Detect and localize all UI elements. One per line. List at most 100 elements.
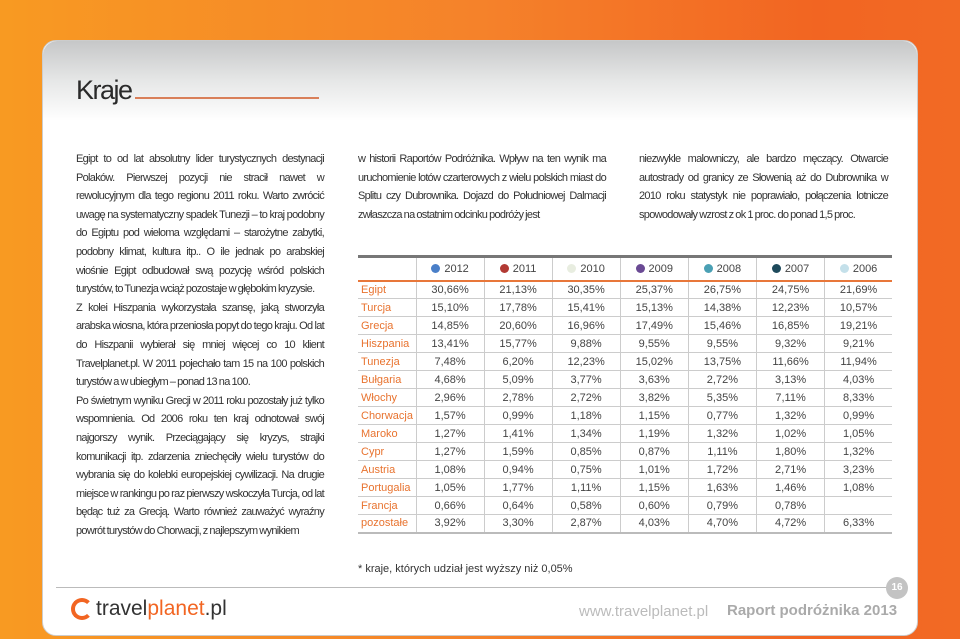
legend-dot-icon [567, 263, 577, 273]
legend-dot-icon [703, 263, 713, 273]
share-cell: 1,32% [687, 424, 757, 443]
country-cell: Egipt [358, 280, 416, 299]
year-label: 2007 [784, 262, 810, 275]
share-cell: 7,48% [415, 352, 485, 371]
share-cell: 1,05% [824, 424, 892, 443]
share-cell: 1,19% [619, 424, 689, 443]
share-cell: 15,77% [483, 334, 553, 353]
table-row: Portugalia 1,05% 1,77% 1,11% 1,15% 1,63% 1,46%… [358, 478, 892, 497]
country-cell: Maroko [358, 424, 416, 443]
country-cell: Bułgaria [358, 370, 416, 389]
page-number: 16 [886, 577, 908, 599]
year-header: 2007 [755, 256, 825, 281]
share-cell: 3,82% [619, 388, 689, 407]
website-link[interactable]: www.travelplanet.pl [579, 603, 708, 620]
year-label: 2009 [648, 262, 673, 275]
share-cell: 1,08% [824, 478, 892, 497]
share-cell: 21,69% [824, 280, 892, 299]
share-cell: 0,64% [483, 496, 553, 515]
share-cell: 1,05% [415, 478, 485, 497]
share-cell: 15,46% [687, 316, 757, 335]
share-cell: 3,63% [619, 370, 689, 389]
share-cell: 9,21% [824, 334, 892, 353]
share-cell: 12,23% [551, 352, 621, 371]
country-cell: Tunezja [358, 352, 416, 371]
table-row: Cypr 1,27% 1,59% 0,85% 0,87% 1,11% 1,80% 1,32% [358, 442, 892, 461]
share-cell: 16,85% [755, 316, 825, 335]
share-cell: 1,11% [551, 478, 621, 497]
share-cell: 21,13% [483, 280, 553, 299]
share-cell: 8,33% [824, 388, 892, 407]
share-cell: 30,35% [551, 280, 621, 299]
share-cell: 1,08% [415, 460, 485, 479]
table-row: Francja 0,66% 0,64% 0,58% 0,60% 0,79% 0,78% [358, 496, 892, 515]
year-label: 2011 [512, 262, 537, 275]
share-cell: 0,58% [551, 496, 621, 515]
country-cell: Francja [358, 496, 416, 515]
share-cell: 1,11% [687, 442, 757, 461]
share-cell: 1,57% [415, 406, 485, 425]
share-cell: 1,80% [755, 442, 825, 461]
year-label: 2008 [716, 262, 742, 275]
country-cell: Cypr [358, 442, 416, 461]
share-cell: 1,32% [824, 442, 892, 461]
share-cell: 2,96% [415, 388, 485, 407]
report-title: Raport podróżnika 2013 [727, 602, 898, 619]
share-cell: 7,11% [755, 388, 825, 407]
share-cell: 3,30% [483, 514, 553, 533]
table-row: Grecja 14,85% 20,60% 16,96% 17,49% 15,46% 16,8… [358, 316, 892, 335]
year-header: 2008 [687, 256, 757, 281]
country-cell: pozostałe [358, 514, 416, 533]
share-cell: 1,59% [483, 442, 553, 461]
share-cell: 20,60% [483, 316, 553, 335]
share-cell: 0,77% [687, 406, 757, 425]
share-cell: 6,20% [483, 352, 553, 371]
share-cell: 1,27% [415, 442, 485, 461]
share-cell: 1,32% [755, 406, 825, 425]
country-cell: Austria [358, 460, 416, 479]
share-cell: 5,35% [687, 388, 757, 407]
share-cell: 17,78% [483, 298, 553, 317]
share-cell: 14,38% [687, 298, 757, 317]
page-card: Kraje Egipt to od lat absolutny lider tu… [42, 40, 918, 636]
share-cell: 5,09% [483, 370, 553, 389]
table-row: Egipt 30,66% 21,13% 30,35% 25,37% 26,75% 24,75… [358, 280, 892, 299]
year-label: 2012 [444, 262, 469, 275]
share-cell: 0,85% [551, 442, 621, 461]
share-cell: 0,75% [551, 460, 621, 479]
share-cell: 1,72% [687, 460, 757, 479]
share-cell: 12,23% [755, 298, 825, 317]
year-header: 2011 [483, 256, 553, 281]
share-cell: 3,13% [755, 370, 825, 389]
share-cell: 2,87% [551, 514, 621, 533]
logo-icon [71, 598, 93, 620]
table-row: Bułgaria 4,68% 5,09% 3,77% 3,63% 2,72% 3,13% 4,… [358, 370, 892, 389]
share-cell: 17,49% [619, 316, 689, 335]
share-cell: 1,41% [483, 424, 553, 443]
country-cell: Hiszpania [358, 334, 416, 353]
share-cell: 15,13% [619, 298, 689, 317]
share-cell: 0,99% [483, 406, 553, 425]
share-cell: 1,46% [755, 478, 825, 497]
share-cell: 2,72% [687, 370, 757, 389]
table-header: 2012 2011 2010 2009 2008 2007 2006 [358, 256, 892, 281]
share-cell: 30,66% [415, 280, 485, 299]
footer-divider [56, 587, 894, 588]
share-cell: 0,94% [483, 460, 553, 479]
table-row: Austria 1,08% 0,94% 0,75% 1,01% 1,72% 2,71% 3,2… [358, 460, 892, 479]
share-cell: 11,94% [824, 352, 892, 371]
share-cell: 0,60% [619, 496, 689, 515]
table-row: Chorwacja 1,57% 0,99% 1,18% 1,15% 0,77% 1,32% 0… [358, 406, 892, 425]
share-cell: 2,78% [483, 388, 553, 407]
share-cell: 13,75% [687, 352, 757, 371]
country-cell: Włochy [358, 388, 416, 407]
logo-text-accent: planet [147, 597, 205, 620]
text-column-2: w historii Raportów Podróżnika. Wpływ na… [358, 153, 607, 221]
share-cell: 3,92% [415, 514, 485, 533]
paragraph: Po świetnym wyniku Grecji w 2011 roku po… [76, 394, 325, 537]
share-cell: 16,96% [551, 316, 621, 335]
legend-dot-icon [635, 263, 645, 273]
share-cell: 4,03% [619, 514, 689, 533]
year-label: 2010 [580, 262, 605, 275]
share-cell: 4,72% [755, 514, 825, 533]
